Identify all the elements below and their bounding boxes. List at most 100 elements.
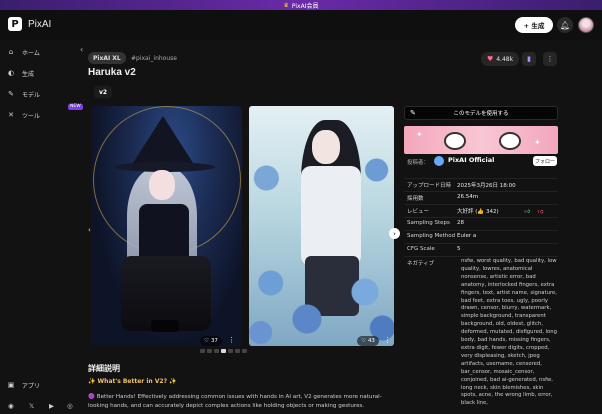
discord-icon[interactable]: ◉	[8, 402, 14, 410]
info-value: 26.54m	[457, 194, 479, 200]
carousel-dot[interactable]	[207, 349, 212, 353]
carousel-dot[interactable]	[235, 349, 240, 353]
carousel-dot[interactable]	[228, 349, 233, 353]
info-row-cfg: CFG Scale 5	[404, 243, 558, 252]
pencil-icon: ✎	[410, 109, 416, 117]
image-more-icon[interactable]: ⋮	[384, 336, 391, 344]
create-button-label: + 生成	[523, 22, 545, 30]
carousel-next-icon[interactable]: ›	[389, 228, 400, 239]
model-banner-image: ✦ ✦	[404, 126, 558, 154]
new-badge: NEW	[68, 104, 83, 110]
info-row-adoptions: 採用数 26.54m	[404, 191, 558, 202]
bell-icon[interactable]: 🔔︎	[557, 17, 573, 33]
review-value: 大好評 (👍 342)	[457, 209, 499, 215]
negative-prompt-text: nsfw, worst quality, bad quality, low qu…	[461, 258, 557, 407]
description-heading: 詳細説明	[88, 364, 120, 373]
hashtag-tag[interactable]: #pixai_inhouse	[126, 52, 182, 64]
creator-name[interactable]: PixAI Official	[448, 156, 494, 164]
use-model-label: このモデルを使用する	[453, 111, 509, 117]
sidebar: ⌂ ホーム ◐ 生成 ✎ モデル ✕ ツール ▣ アプリ	[0, 40, 80, 414]
use-model-button[interactable]: ✎ このモデルを使用する	[404, 106, 558, 120]
avatar[interactable]	[578, 17, 594, 33]
instagram-icon[interactable]: ◎	[67, 402, 73, 410]
carousel-dots	[200, 349, 247, 353]
image-like-button[interactable]: ♡ 37	[200, 336, 222, 346]
info-value: Euler a	[457, 233, 477, 239]
sidebar-item-label: 生成	[22, 70, 35, 78]
creator-avatar[interactable]	[434, 156, 444, 166]
sidebar-item-label: アプリ	[22, 382, 41, 390]
description-subheading: ✨ What's Better in V2? ✨	[88, 378, 177, 385]
create-button[interactable]: + 生成	[515, 17, 553, 33]
sparkle-icon: ✦	[416, 130, 423, 139]
image-decoration	[499, 132, 521, 150]
sidebar-item-home[interactable]: ⌂ ホーム	[6, 45, 40, 59]
gallery-image-1[interactable]	[91, 106, 242, 346]
palette-icon: ◐	[7, 69, 15, 77]
image-decoration	[444, 132, 466, 150]
carousel-dot[interactable]	[214, 349, 219, 353]
image-like-count: 43	[367, 338, 375, 344]
bookmark-icon[interactable]: ▮	[522, 52, 536, 66]
image-decoration	[151, 320, 179, 332]
sidebar-item-generate[interactable]: ◐ 生成	[6, 66, 34, 80]
thumbs-down-icon[interactable]: 👎︎	[538, 209, 544, 215]
info-key: Sampling Steps	[407, 220, 450, 226]
member-banner[interactable]: ♛ PixAI会員	[0, 0, 602, 10]
info-key: レビュー	[407, 209, 430, 215]
model-icon: ✎	[8, 90, 14, 98]
heart-icon: ♡	[204, 338, 209, 344]
gallery-image-2[interactable]	[249, 106, 394, 346]
info-row-steps: Sampling Steps 28	[404, 217, 558, 226]
image-decoration	[312, 130, 340, 164]
carousel-dot[interactable]	[221, 349, 226, 353]
collapse-sidebar-icon[interactable]: ‹	[80, 45, 83, 54]
page-title: Haruka v2	[88, 67, 136, 78]
image-decoration	[249, 256, 394, 346]
image-decoration	[149, 170, 175, 200]
logo[interactable]: P PixAI	[8, 17, 51, 31]
creator-label: 投稿者：	[407, 160, 430, 166]
info-value: 大好評 (👍 342) 👍︎ 👎︎	[457, 207, 557, 215]
info-key: 採用数	[407, 196, 424, 202]
top-bar: P PixAI + 生成 🔔︎	[0, 10, 602, 40]
more-options-icon[interactable]: ⋮	[543, 52, 557, 66]
info-value: 5	[457, 246, 461, 252]
app-icon: ▣	[7, 381, 15, 389]
info-row-method: Sampling Method Euler a	[404, 230, 558, 239]
sidebar-item-app[interactable]: ▣ アプリ	[6, 378, 40, 392]
base-model-tag[interactable]: PixAI XL	[88, 52, 126, 64]
sidebar-item-models[interactable]: ✎ モデル	[6, 87, 40, 101]
image-more-icon[interactable]: ⋮	[228, 336, 235, 344]
image-like-button[interactable]: ♡ 43	[357, 336, 379, 346]
info-key: ネガティブ	[407, 261, 435, 267]
info-row-upload: アップロード日時 2025年3月26日 18:00	[404, 178, 558, 189]
sparkle-icon: ✦	[534, 138, 541, 147]
info-key: CFG Scale	[407, 246, 435, 252]
member-banner-label: PixAI会員	[291, 2, 319, 10]
version-tab[interactable]: v2	[94, 86, 113, 98]
x-icon[interactable]: 𝕏	[29, 402, 34, 410]
carousel-dot[interactable]	[242, 349, 247, 353]
like-button[interactable]: ♥ 4.48k	[481, 52, 519, 66]
home-icon: ⌂	[8, 48, 14, 56]
sidebar-item-tools[interactable]: ✕ ツール	[6, 108, 40, 122]
carousel-dot[interactable]	[200, 349, 205, 353]
sidebar-item-label: モデル	[22, 91, 41, 99]
logo-mark: P	[8, 17, 22, 31]
crown-icon: ♛	[283, 1, 289, 9]
youtube-icon[interactable]: ▶	[49, 402, 54, 410]
heart-icon: ♥	[486, 55, 494, 63]
image-decoration	[139, 204, 189, 264]
info-value: 28	[457, 220, 464, 226]
follow-button[interactable]: フォロー	[533, 156, 557, 166]
sidebar-item-label: ツール	[22, 112, 41, 120]
info-row-review: レビュー 大好評 (👍 342) 👍︎ 👎︎	[404, 204, 558, 215]
description-text: 🟣 Better Hands! Effectively addressing c…	[88, 394, 382, 409]
like-count: 4.48k	[496, 55, 514, 63]
thumbs-up-icon[interactable]: 👍︎	[524, 209, 530, 215]
image-decoration	[301, 166, 361, 266]
sidebar-item-label: ホーム	[22, 49, 40, 57]
image-like-count: 37	[210, 338, 218, 344]
info-value: 2025年3月26日 18:00	[457, 183, 516, 189]
